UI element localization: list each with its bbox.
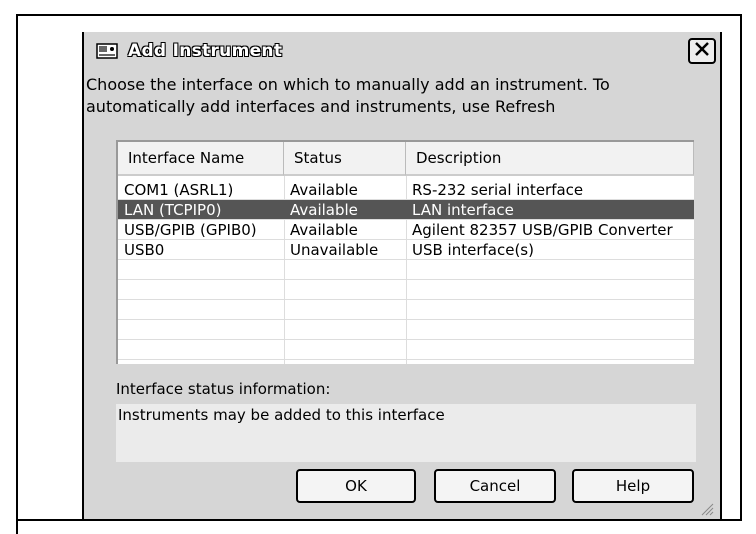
cell-status: Available bbox=[290, 181, 358, 199]
cancel-button[interactable]: Cancel bbox=[434, 469, 556, 503]
instructions-text: Choose the interface on which to manuall… bbox=[84, 72, 720, 124]
table-row[interactable]: USB/GPIB (GPIB0) Available Agilent 82357… bbox=[118, 220, 694, 240]
cell-description: RS-232 serial interface bbox=[412, 181, 584, 199]
instructions-line-2: automatically add interfaces and instrum… bbox=[86, 97, 556, 116]
instructions-line-1: Choose the interface on which to manuall… bbox=[86, 75, 610, 94]
cell-status: Unavailable bbox=[290, 241, 379, 259]
status-info-box: Instruments may be added to this interfa… bbox=[116, 404, 696, 462]
outer-frame-left bbox=[16, 14, 18, 534]
help-button[interactable]: Help bbox=[572, 469, 694, 503]
status-info-text: Instruments may be added to this interfa… bbox=[118, 406, 445, 424]
column-header-interface-name[interactable]: Interface Name bbox=[118, 142, 284, 176]
dialog-title: Add Instrument bbox=[128, 41, 283, 61]
cell-interface-name: COM1 (ASRL1) bbox=[124, 181, 234, 199]
column-header-status[interactable]: Status bbox=[284, 142, 406, 176]
close-button[interactable] bbox=[688, 38, 716, 64]
close-icon bbox=[694, 41, 710, 61]
table-row[interactable]: USB0 Unavailable USB interface(s) bbox=[118, 240, 694, 260]
empty-table-row bbox=[118, 340, 694, 360]
status-info-label: Interface status information: bbox=[116, 380, 331, 398]
outer-frame-bottom bbox=[16, 519, 742, 521]
add-instrument-dialog: Add Instrument Choose the interface on w… bbox=[82, 32, 722, 519]
empty-table-row bbox=[118, 280, 694, 300]
column-header-description[interactable]: Description bbox=[406, 142, 694, 176]
outer-frame-top bbox=[16, 14, 742, 16]
cell-description: LAN interface bbox=[412, 201, 514, 219]
table-row-selected[interactable]: LAN (TCPIP0) Available LAN interface bbox=[118, 200, 694, 220]
interface-table[interactable]: Interface Name Status Description COM1 (… bbox=[116, 140, 694, 364]
table-row[interactable]: COM1 (ASRL1) Available RS-232 serial int… bbox=[118, 180, 694, 200]
ok-button[interactable]: OK bbox=[296, 469, 416, 503]
cell-interface-name: USB0 bbox=[124, 241, 165, 259]
cell-status: Available bbox=[290, 201, 358, 219]
cell-description: Agilent 82357 USB/GPIB Converter bbox=[412, 221, 673, 239]
empty-table-row bbox=[118, 320, 694, 340]
cell-status: Available bbox=[290, 221, 358, 239]
empty-table-row bbox=[118, 260, 694, 280]
title-bar[interactable]: Add Instrument bbox=[84, 32, 720, 70]
empty-table-row bbox=[118, 300, 694, 320]
cell-interface-name: USB/GPIB (GPIB0) bbox=[124, 221, 257, 239]
instrument-icon bbox=[96, 42, 120, 60]
resize-grip-icon[interactable] bbox=[700, 501, 714, 516]
outer-frame-right bbox=[740, 14, 742, 520]
cell-description: USB interface(s) bbox=[412, 241, 534, 259]
cell-interface-name: LAN (TCPIP0) bbox=[124, 201, 222, 219]
